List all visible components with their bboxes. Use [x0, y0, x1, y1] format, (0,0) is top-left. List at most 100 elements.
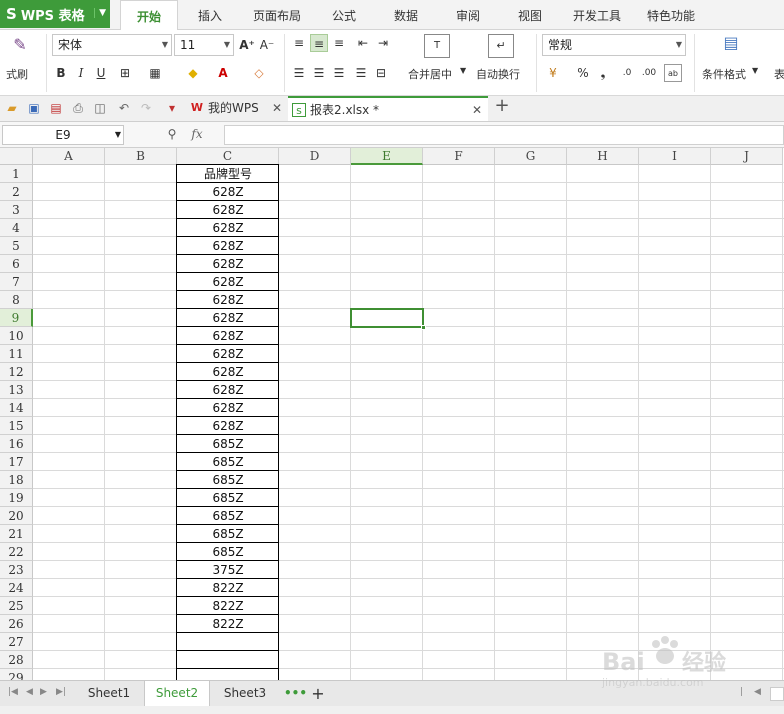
- increase-decimal-icon[interactable]: .0: [618, 64, 636, 82]
- row-header-11[interactable]: 11: [0, 345, 33, 363]
- fill-handle[interactable]: [421, 325, 426, 330]
- currency-icon[interactable]: ¥: [544, 64, 562, 82]
- row-header-6[interactable]: 6: [0, 255, 33, 273]
- distributed-icon[interactable]: ⊟: [372, 64, 390, 82]
- horizontal-scrollbar[interactable]: [770, 687, 784, 701]
- column-header-i[interactable]: I: [639, 148, 711, 165]
- column-header-b[interactable]: B: [105, 148, 177, 165]
- cell-c9[interactable]: 628Z: [177, 309, 279, 327]
- cell-c6[interactable]: 628Z: [177, 255, 279, 273]
- cell-c24[interactable]: 822Z: [177, 579, 279, 597]
- row-header-22[interactable]: 22: [0, 543, 33, 561]
- align-right-icon[interactable]: ☰: [330, 64, 348, 82]
- next-sheet-icon[interactable]: ▶: [40, 687, 47, 697]
- row-header-10[interactable]: 10: [0, 327, 33, 345]
- align-middle-icon[interactable]: ≡: [310, 34, 328, 52]
- row-header-9[interactable]: 9: [0, 309, 33, 327]
- cell-c4[interactable]: 628Z: [177, 219, 279, 237]
- chevron-down-icon[interactable]: ▼: [460, 66, 466, 75]
- merge-center-label[interactable]: 合并居中: [408, 66, 452, 82]
- row-header-24[interactable]: 24: [0, 579, 33, 597]
- format-painter-label[interactable]: 式刷: [6, 66, 28, 82]
- insert-function-button[interactable]: fx: [186, 126, 208, 142]
- row-header-23[interactable]: 23: [0, 561, 33, 579]
- app-menu-button[interactable]: S WPS 表格 ▼: [0, 0, 110, 28]
- cell-c11[interactable]: 628Z: [177, 345, 279, 363]
- cell-c20[interactable]: 685Z: [177, 507, 279, 525]
- row-header-17[interactable]: 17: [0, 453, 33, 471]
- row-header-28[interactable]: 28: [0, 651, 33, 669]
- align-center-icon[interactable]: ☰: [310, 64, 328, 82]
- tab-page-layout[interactable]: 页面布局: [246, 0, 308, 30]
- merge-center-icon[interactable]: T: [424, 34, 450, 58]
- column-header-g[interactable]: G: [495, 148, 567, 165]
- cell-c3[interactable]: 628Z: [177, 201, 279, 219]
- cell-c16[interactable]: 685Z: [177, 435, 279, 453]
- fill-color-icon[interactable]: ◆: [184, 64, 202, 82]
- row-header-19[interactable]: 19: [0, 489, 33, 507]
- doc-tab-report[interactable]: s 报表2.xlsx * ✕: [288, 96, 488, 121]
- wrap-text-label[interactable]: 自动换行: [476, 66, 520, 82]
- sheet-tab-sheet1[interactable]: Sheet1: [78, 681, 140, 706]
- clear-format-icon[interactable]: ◇: [250, 64, 268, 82]
- cell-c8[interactable]: 628Z: [177, 291, 279, 309]
- close-icon[interactable]: ✕: [472, 98, 482, 123]
- tab-formulas[interactable]: 公式: [322, 0, 366, 30]
- row-header-8[interactable]: 8: [0, 291, 33, 309]
- align-left-icon[interactable]: ☰: [290, 64, 308, 82]
- doc-tab-my-wps[interactable]: W 我的WPS ✕: [186, 96, 288, 121]
- cell-c18[interactable]: 685Z: [177, 471, 279, 489]
- cell-c19[interactable]: 685Z: [177, 489, 279, 507]
- chevron-down-icon[interactable]: ▼: [94, 8, 106, 18]
- bold-button[interactable]: B: [52, 64, 70, 82]
- cell-c7[interactable]: 628Z: [177, 273, 279, 291]
- row-header-21[interactable]: 21: [0, 525, 33, 543]
- add-sheet-button[interactable]: +: [308, 681, 328, 706]
- cell-c23[interactable]: 375Z: [177, 561, 279, 579]
- active-cell-selection[interactable]: [350, 308, 426, 330]
- tab-features[interactable]: 特色功能: [640, 0, 702, 30]
- row-header-18[interactable]: 18: [0, 471, 33, 489]
- tab-home[interactable]: 开始: [120, 0, 178, 31]
- cell-c17[interactable]: 685Z: [177, 453, 279, 471]
- italic-button[interactable]: I: [72, 64, 90, 82]
- row-header-12[interactable]: 12: [0, 363, 33, 381]
- row-header-25[interactable]: 25: [0, 597, 33, 615]
- cell-c26[interactable]: 822Z: [177, 615, 279, 633]
- cell-style-icon[interactable]: ▦: [146, 64, 164, 82]
- cell-c15[interactable]: 628Z: [177, 417, 279, 435]
- increase-indent-icon[interactable]: ⇥: [374, 34, 392, 52]
- conditional-format-icon[interactable]: ▤: [720, 34, 742, 58]
- scroll-left-icon[interactable]: |: [740, 687, 743, 697]
- wrap-text-icon[interactable]: ↵: [488, 34, 514, 58]
- column-header-c[interactable]: C: [177, 148, 279, 165]
- sheet-tab-sheet2[interactable]: Sheet2: [144, 681, 210, 706]
- font-name-select[interactable]: 宋体 ▼: [52, 34, 172, 56]
- cell-c21[interactable]: 685Z: [177, 525, 279, 543]
- row-header-16[interactable]: 16: [0, 435, 33, 453]
- cell-c14[interactable]: 628Z: [177, 399, 279, 417]
- comma-style-button[interactable]: ❟: [594, 64, 612, 82]
- cell-c5[interactable]: 628Z: [177, 237, 279, 255]
- cell-c10[interactable]: 628Z: [177, 327, 279, 345]
- font-color-icon[interactable]: A: [214, 64, 232, 82]
- column-header-f[interactable]: F: [423, 148, 495, 165]
- shrink-font-button[interactable]: A⁻: [258, 36, 276, 54]
- print-icon[interactable]: ⎙: [70, 100, 86, 116]
- tab-developer[interactable]: 开发工具: [566, 0, 628, 30]
- cell-c28[interactable]: [177, 651, 279, 669]
- formula-input[interactable]: [224, 125, 784, 145]
- chevron-down-icon[interactable]: ▼: [752, 66, 758, 75]
- column-header-d[interactable]: D: [279, 148, 351, 165]
- cell-c1[interactable]: 品牌型号: [177, 165, 279, 183]
- undo-icon[interactable]: ↶: [116, 100, 132, 116]
- column-header-e[interactable]: E: [351, 148, 423, 165]
- column-header-j[interactable]: J: [711, 148, 783, 165]
- first-sheet-icon[interactable]: |◀: [8, 687, 18, 697]
- number-format-dialog-icon[interactable]: ab: [664, 64, 682, 82]
- row-header-2[interactable]: 2: [0, 183, 33, 201]
- last-sheet-icon[interactable]: ▶|: [56, 687, 66, 697]
- border-icon[interactable]: ⊞: [116, 64, 134, 82]
- row-header-7[interactable]: 7: [0, 273, 33, 291]
- cell-c27[interactable]: [177, 633, 279, 651]
